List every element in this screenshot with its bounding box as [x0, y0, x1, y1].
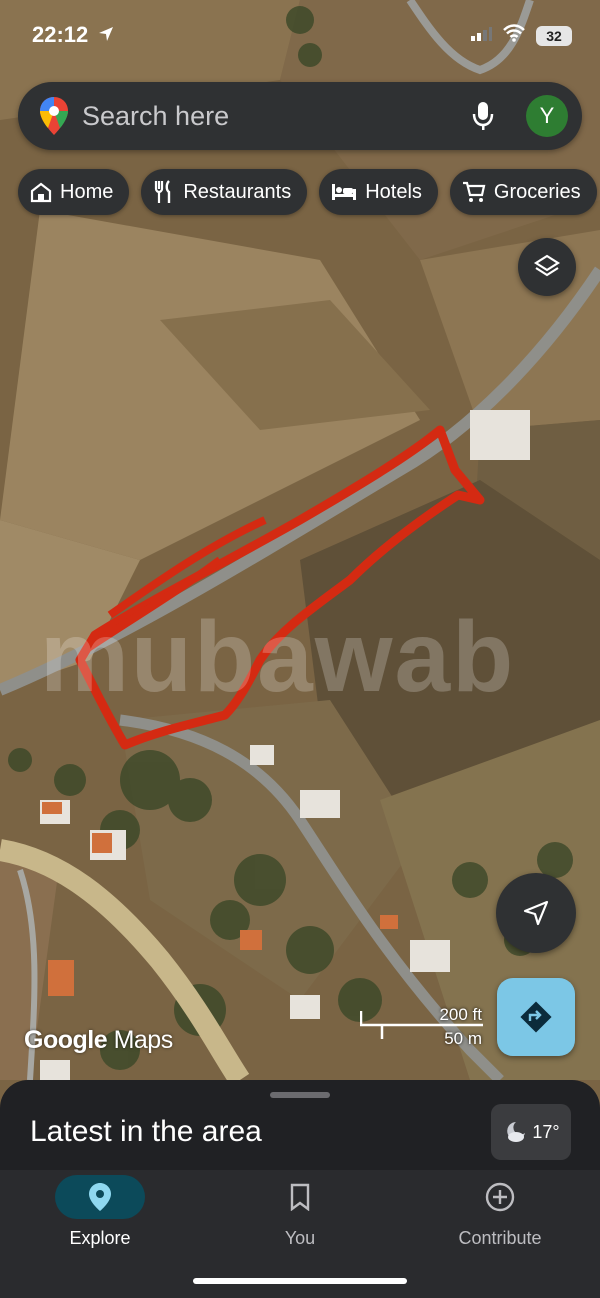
navigation-arrow-icon: [523, 900, 549, 926]
directions-icon: [520, 1001, 552, 1033]
chip-label: Home: [60, 180, 114, 203]
restaurant-icon: [155, 180, 171, 203]
avatar[interactable]: Y: [526, 95, 568, 137]
location-arrow-icon: [97, 25, 115, 48]
bottom-sheet[interactable]: Latest in the area 17°: [0, 1080, 600, 1170]
tab-contribute[interactable]: Contribute: [400, 1170, 600, 1260]
cart-icon: [462, 181, 486, 202]
tab-label: Explore: [69, 1228, 131, 1248]
layers-icon: [533, 254, 561, 277]
search-input[interactable]: Search here: [82, 101, 472, 132]
tab-label: You: [284, 1228, 316, 1248]
chip-home[interactable]: Home: [18, 169, 130, 215]
cellular-signal-icon: [470, 25, 492, 46]
weather-badge[interactable]: 17°: [491, 1104, 571, 1160]
search-bar[interactable]: Search here Y: [18, 82, 582, 150]
layers-button[interactable]: [518, 238, 576, 296]
chip-label: Restaurants: [183, 180, 292, 203]
chip-hotels[interactable]: Hotels: [319, 169, 438, 215]
google-maps-logo: Google Maps: [24, 1026, 173, 1054]
directions-button[interactable]: [497, 978, 575, 1056]
scale-feet: 200 ft: [439, 1005, 482, 1024]
bed-icon: [332, 184, 357, 200]
tab-label: Contribute: [458, 1228, 542, 1248]
chip-label: Groceries: [493, 180, 581, 203]
tab-explore[interactable]: Explore: [0, 1170, 200, 1260]
google-maps-pin-icon: [40, 97, 68, 135]
chip-groceries[interactable]: Groceries: [449, 169, 597, 215]
home-icon: [30, 182, 52, 203]
chip-restaurants[interactable]: Restaurants: [141, 169, 308, 215]
watermark: mubawab: [40, 601, 516, 713]
my-location-button[interactable]: [496, 873, 576, 953]
add-circle-icon: [485, 1182, 515, 1212]
category-chips: Home Restaurants Hotels Groceries: [18, 169, 597, 215]
moon-cloud-icon: [507, 1122, 526, 1142]
sheet-title: Latest in the area: [30, 1115, 262, 1148]
home-indicator[interactable]: [193, 1278, 407, 1284]
battery-indicator: 32: [536, 25, 572, 46]
microphone-icon[interactable]: [472, 101, 494, 131]
temperature: 17°: [532, 1121, 560, 1142]
wifi-icon: [502, 24, 526, 47]
location-pin-icon: [89, 1183, 111, 1211]
map-scale: 200 ft 50 m: [360, 1005, 490, 1048]
chip-label: Hotels: [365, 180, 422, 203]
sheet-handle[interactable]: [270, 1092, 330, 1098]
status-time: 22:12: [32, 22, 89, 47]
status-bar: 22:12 32: [0, 0, 600, 70]
tab-you[interactable]: You: [200, 1170, 400, 1260]
scale-meters: 50 m: [444, 1029, 482, 1048]
bookmark-icon: [290, 1183, 310, 1211]
